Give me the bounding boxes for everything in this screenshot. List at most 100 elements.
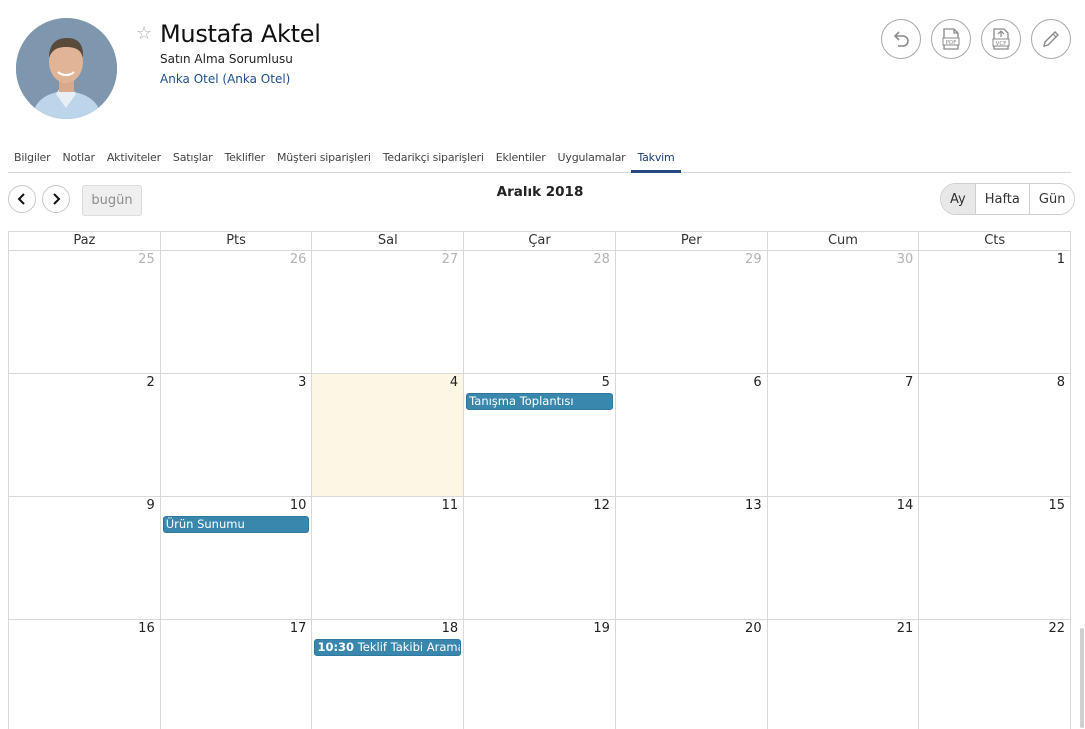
vcf-export-button[interactable]: VCF (981, 19, 1021, 59)
weekday-label: Paz (73, 233, 96, 248)
day-cell[interactable]: 19 (463, 620, 615, 729)
scrollbar-thumb[interactable] (1080, 628, 1084, 728)
day-number: 15 (1048, 498, 1066, 513)
day-cell[interactable]: 21 (766, 620, 919, 729)
weeks-container: 25 26 27 28 29 30 1 2 3 4 5 Tanışma Toplantısı 6 7 8 9 1… (9, 251, 1070, 729)
day-number: 8 (1056, 375, 1066, 390)
day-number: 29 (745, 252, 762, 267)
tab-notlar[interactable]: Notlar (56, 146, 100, 172)
day-cell[interactable]: 15 (918, 497, 1070, 619)
company-link[interactable]: Anka Otel (Anka Otel) (160, 72, 290, 86)
next-month-button[interactable] (42, 185, 70, 213)
day-cell[interactable]: 28 (463, 251, 615, 373)
day-cell[interactable]: 10 Ürün Sunumu (159, 497, 312, 619)
day-number: 30 (896, 252, 914, 267)
contact-photo (16, 18, 117, 119)
day-cell[interactable]: 29 (614, 251, 767, 373)
weekday-label: Sal (311, 232, 463, 250)
calendar-event[interactable]: 10:30 Teklif Takibi Araması (314, 639, 462, 656)
day-number: 10 (289, 498, 307, 513)
weekday-label: Cts (918, 232, 1070, 250)
day-cell[interactable]: 11 (311, 497, 463, 619)
day-cell[interactable]: 22 (918, 620, 1070, 729)
day-number: 21 (896, 621, 914, 636)
day-number: 6 (753, 375, 762, 390)
month-grid: Paz Pts Sal Çar Per Cum Cts 25 26 27 28 29 30… (8, 231, 1071, 729)
day-cell[interactable]: 3 (159, 374, 312, 496)
contact-name: Mustafa Aktel (160, 20, 321, 48)
day-number: 7 (905, 375, 914, 390)
day-cell[interactable]: 7 (766, 374, 919, 496)
tab-takvim[interactable]: Takvim (631, 146, 681, 173)
day-cell[interactable]: 1 (918, 251, 1070, 373)
day-cell[interactable]: 2 (9, 374, 160, 496)
view-day-button[interactable]: Gün (1028, 184, 1075, 214)
day-number: 1 (1056, 252, 1066, 267)
day-number: 22 (1048, 621, 1066, 636)
calendar-event[interactable]: Ürün Sunumu (162, 516, 310, 533)
day-number: 12 (593, 498, 610, 513)
day-cell[interactable]: 20 (614, 620, 767, 729)
tab-aktiviteler[interactable]: Aktiviteler (101, 146, 167, 172)
tab-tedarikci-siparisleri[interactable]: Tedarikçi siparişleri (377, 146, 490, 172)
day-number: 3 (298, 375, 307, 390)
event-time: 10:30 (317, 640, 355, 654)
day-number: 9 (146, 498, 155, 513)
day-cell[interactable]: 13 (614, 497, 767, 619)
day-cell[interactable]: 27 (311, 251, 463, 373)
day-number: 19 (593, 621, 610, 636)
event-title: Ürün Sunumu (165, 517, 245, 531)
calendar-event[interactable]: Tanışma Toplantısı (466, 393, 613, 410)
undo-button[interactable] (881, 19, 921, 59)
tab-uygulamalar[interactable]: Uygulamalar (552, 146, 632, 172)
tab-teklifler[interactable]: Teklifler (218, 146, 271, 172)
chevron-right-icon (53, 193, 61, 205)
svg-text:PDF: PDF (946, 40, 957, 46)
day-cell[interactable]: 18 10:30 Teklif Takibi Araması (311, 620, 463, 729)
day-cell[interactable]: 8 (918, 374, 1070, 496)
view-week-button[interactable]: Hafta (974, 184, 1029, 214)
day-cell[interactable]: 6 (614, 374, 767, 496)
action-toolbar: PDF VCF (881, 19, 1071, 59)
day-number: 11 (441, 498, 459, 513)
day-number: 26 (289, 252, 307, 267)
day-cell[interactable]: 26 (159, 251, 312, 373)
tab-musteri-siparisleri[interactable]: Müşteri siparişleri (271, 146, 377, 172)
chevron-left-icon (17, 193, 25, 205)
day-cell[interactable]: 17 (159, 620, 312, 729)
weekday-label: Cum (766, 232, 919, 250)
day-cell[interactable]: 5 Tanışma Toplantısı (463, 374, 615, 496)
view-month-button[interactable]: Ay (941, 184, 975, 214)
edit-button[interactable] (1031, 19, 1071, 59)
day-cell[interactable]: 30 (766, 251, 919, 373)
day-cell[interactable]: 25 (9, 251, 160, 373)
day-number: 2 (146, 375, 155, 390)
calendar-title: Aralık 2018 (496, 184, 584, 200)
tab-bar: Bilgiler Notlar Aktiviteler Satışlar Tek… (8, 146, 1071, 173)
contact-role: Satın Alma Sorumlusu (160, 52, 293, 66)
day-number: 14 (896, 498, 914, 513)
favorite-star-icon[interactable]: ☆ (136, 24, 152, 44)
weekday-label: Per (614, 232, 767, 250)
avatar (16, 18, 117, 119)
scrollbar[interactable] (1078, 620, 1085, 729)
day-number: 18 (441, 621, 459, 636)
day-number: 20 (745, 621, 762, 636)
tab-satislar[interactable]: Satışlar (167, 146, 219, 172)
pdf-export-button[interactable]: PDF (931, 19, 971, 59)
day-cell[interactable]: 14 (766, 497, 919, 619)
tab-bilgiler[interactable]: Bilgiler (8, 146, 56, 172)
day-number: 25 (138, 252, 155, 267)
today-button[interactable]: bugün (82, 185, 142, 216)
svg-text:VCF: VCF (996, 41, 1007, 47)
day-cell[interactable]: 9 (9, 497, 160, 619)
day-cell-today[interactable]: 4 (311, 374, 464, 496)
day-cell[interactable]: 12 (463, 497, 615, 619)
event-title: Tanışma Toplantısı (469, 394, 574, 408)
prev-month-button[interactable] (8, 185, 36, 213)
week-row: 2 3 4 5 Tanışma Toplantısı 6 7 8 (9, 374, 1070, 497)
day-cell[interactable]: 16 (9, 620, 160, 729)
undo-icon (893, 31, 909, 47)
tab-eklentiler[interactable]: Eklentiler (490, 146, 552, 172)
day-number: 5 (601, 375, 610, 390)
